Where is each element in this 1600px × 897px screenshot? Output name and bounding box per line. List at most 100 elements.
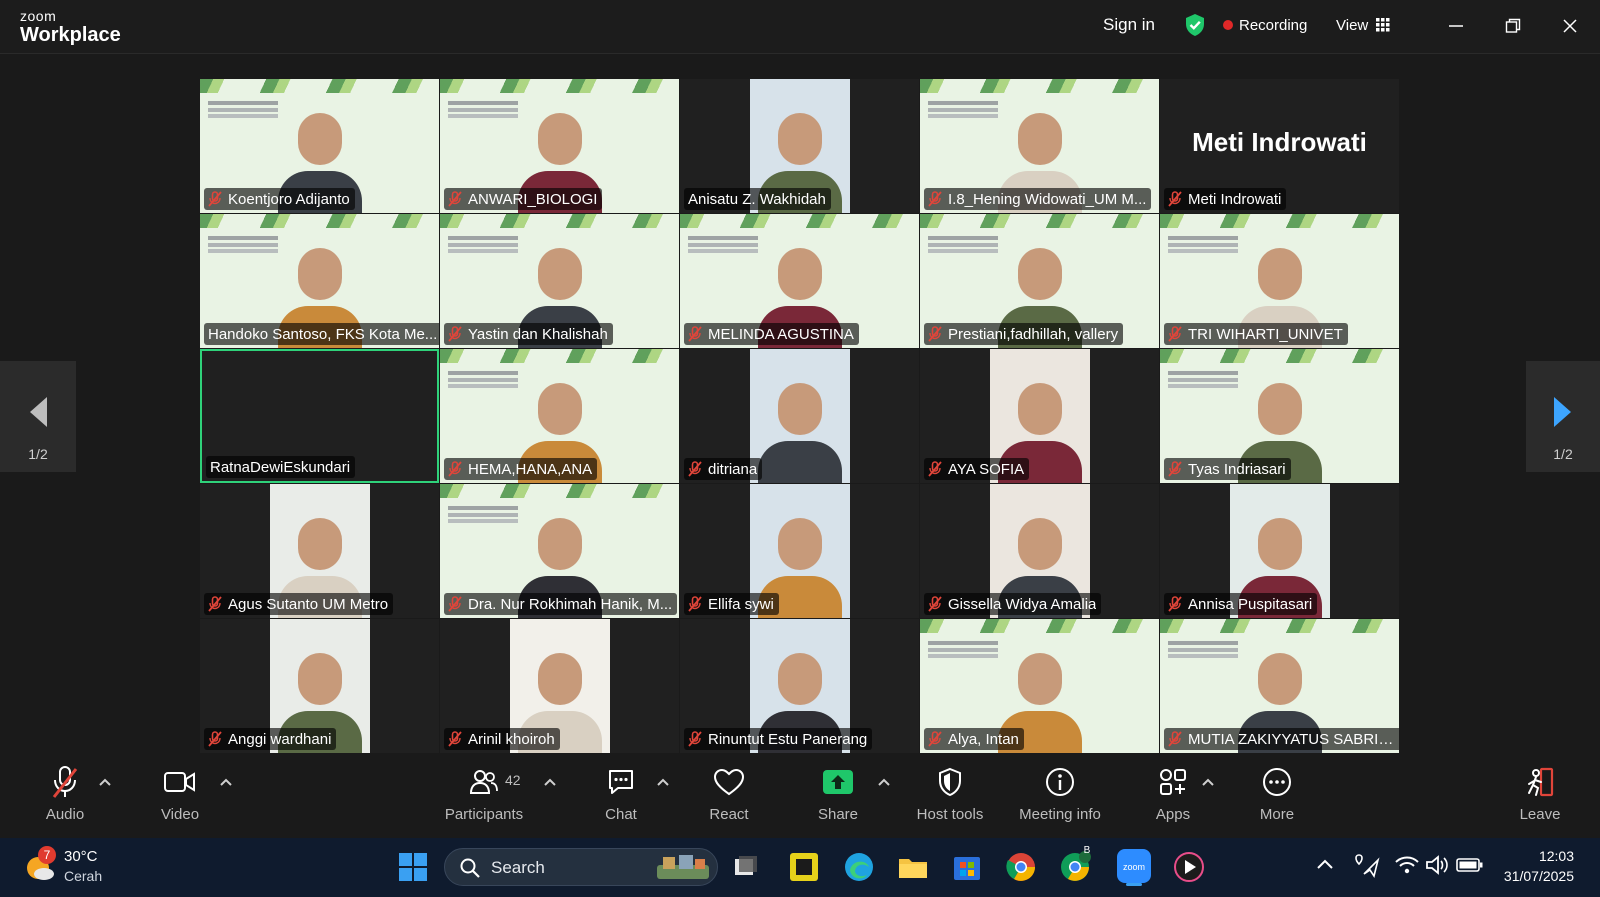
more-label: More <box>1259 806 1295 823</box>
more-button[interactable]: More <box>1252 762 1302 836</box>
file-explorer-icon[interactable] <box>896 850 930 884</box>
participant-tile[interactable]: Dra. Nur Rokhimah Hanik, M... <box>440 484 679 618</box>
participant-tile[interactable]: Rinuntut Estu Panerang <box>680 619 919 753</box>
participant-name: Prestiani,fadhillah, vallery <box>948 325 1119 343</box>
zoom-app-icon[interactable]: zoom <box>1116 848 1152 886</box>
meeting-info-button[interactable]: Meeting info <box>1012 762 1108 836</box>
location-status-icon[interactable] <box>1352 852 1382 880</box>
participant-tile[interactable]: Handoko Santoso, FKS Kota Me... <box>200 214 439 348</box>
restore-window-button[interactable] <box>1499 12 1527 40</box>
participant-name-tag: ANWARI_BIOLOGI <box>444 188 603 210</box>
weather-widget[interactable]: 7 30°C Cerah <box>22 846 112 888</box>
muted-mic-icon <box>928 191 942 207</box>
svg-text:zoom: zoom <box>1123 862 1145 872</box>
audio-options-caret-icon[interactable] <box>97 774 113 790</box>
share-options-caret-icon[interactable] <box>876 774 892 790</box>
video-label: Video <box>160 806 200 823</box>
share-button[interactable]: Share <box>812 762 864 836</box>
participant-tile[interactable]: Annisa Puspitasari <box>1160 484 1399 618</box>
participant-name-tag: Prestiani,fadhillah, vallery <box>924 323 1124 345</box>
wifi-icon[interactable] <box>1394 852 1420 878</box>
participant-tile[interactable]: Tyas Indriasari <box>1160 349 1399 483</box>
muted-mic-icon <box>928 596 942 612</box>
sign-in-button[interactable]: Sign in <box>1093 8 1165 42</box>
microsoft-store-icon[interactable] <box>950 850 984 884</box>
search-placeholder: Search <box>491 858 545 877</box>
system-clock[interactable]: 12:03 31/07/2025 <box>1494 846 1574 886</box>
participant-tile[interactable]: Yastin dan Khalishah <box>440 214 679 348</box>
widgets-app-icon[interactable] <box>787 850 821 884</box>
participant-name: Meti Indrowati <box>1188 190 1282 208</box>
muted-mic-icon <box>928 731 942 747</box>
media-player-icon[interactable] <box>1172 850 1206 884</box>
participant-tile[interactable]: Meti Indrowati Meti Indrowati <box>1160 79 1399 213</box>
slide-text <box>208 236 278 240</box>
participants-count: 42 <box>505 772 521 788</box>
participant-name: MUTIA ZAKIYYATUS SABRINA <box>1188 730 1399 748</box>
zoom-logo: zoom Workplace <box>20 9 121 45</box>
share-screen-icon <box>823 770 853 794</box>
participant-tile[interactable]: Anggi wardhani <box>200 619 439 753</box>
volume-icon[interactable] <box>1424 852 1450 878</box>
apps-button[interactable]: Apps <box>1148 762 1198 836</box>
chat-options-caret-icon[interactable] <box>655 774 671 790</box>
participant-name-tag: Anisatu Z. Wakhidah <box>684 188 831 210</box>
minimize-window-button[interactable] <box>1442 12 1470 40</box>
participant-name-tag: Arinil khoiroh <box>444 728 560 750</box>
muted-mic-icon <box>1168 461 1182 477</box>
windows-start-icon[interactable] <box>396 850 430 884</box>
participant-name-tag: Annisa Puspitasari <box>1164 593 1318 615</box>
participant-tile[interactable]: ANWARI_BIOLOGI <box>440 79 679 213</box>
show-hidden-icons-chevron-icon[interactable] <box>1312 852 1338 878</box>
participant-tile[interactable]: MUTIA ZAKIYYATUS SABRINA <box>1160 619 1399 753</box>
participant-tile[interactable]: AYA SOFIA <box>920 349 1159 483</box>
participant-tile[interactable]: HEMA,HANA,ANA <box>440 349 679 483</box>
host-tools-button[interactable]: Host tools <box>910 762 990 836</box>
video-options-caret-icon[interactable] <box>218 774 234 790</box>
host-tools-label: Host tools <box>916 806 984 823</box>
apps-options-caret-icon[interactable] <box>1200 774 1216 790</box>
participant-tile[interactable]: Arinil khoiroh <box>440 619 679 753</box>
weather-alert-badge: 7 <box>38 846 56 864</box>
participant-tile[interactable]: Koentjoro Adijanto <box>200 79 439 213</box>
search-highlight-illustration-icon <box>657 855 709 879</box>
recording-indicator[interactable]: Recording <box>1223 8 1307 42</box>
participant-name-tag: Ellifa sywi <box>684 593 779 615</box>
audio-label: Audio <box>45 806 85 823</box>
task-view-icon[interactable] <box>729 850 763 884</box>
battery-icon[interactable] <box>1456 854 1484 876</box>
view-button[interactable]: View <box>1336 8 1390 42</box>
slide-text <box>208 101 278 105</box>
participant-tile[interactable]: I.8_Hening Widowati_UM M... <box>920 79 1159 213</box>
participant-name: Dra. Nur Rokhimah Hanik, M... <box>468 595 673 613</box>
encryption-shield-icon[interactable] <box>1184 8 1206 42</box>
taskbar-search-box[interactable]: Search <box>444 848 718 886</box>
participant-tile[interactable]: RatnaDewiEskundari <box>200 349 439 483</box>
chrome-browser-icon[interactable] <box>1004 850 1038 884</box>
slide-text <box>1168 236 1238 240</box>
edge-browser-icon[interactable] <box>842 850 876 884</box>
chat-button[interactable]: Chat <box>598 762 644 836</box>
participants-label: Participants <box>444 806 524 823</box>
participant-tile[interactable]: Alya, Intan <box>920 619 1159 753</box>
participant-tile[interactable]: MELINDA AGUSTINA <box>680 214 919 348</box>
audio-button[interactable]: Audio <box>38 762 92 836</box>
participant-tile[interactable]: Gissella Widya Amalia <box>920 484 1159 618</box>
participant-tile[interactable]: ditriana <box>680 349 919 483</box>
muted-mic-icon <box>928 326 942 342</box>
muted-mic-icon <box>688 596 702 612</box>
participant-name: Rinuntut Estu Panerang <box>708 730 868 748</box>
participants-options-caret-icon[interactable] <box>542 774 558 790</box>
participant-tile[interactable]: Agus Sutanto UM Metro <box>200 484 439 618</box>
video-button[interactable]: Video <box>152 762 208 836</box>
muted-mic-icon <box>208 191 222 207</box>
react-button[interactable]: React <box>704 762 754 836</box>
participant-tile[interactable]: Anisatu Z. Wakhidah <box>680 79 919 213</box>
participant-tile[interactable]: TRI WIHARTI_UNIVET <box>1160 214 1399 348</box>
previous-page-button[interactable]: 1/2 <box>0 361 76 472</box>
next-page-button[interactable]: 1/2 <box>1526 361 1600 472</box>
participant-tile[interactable]: Prestiani,fadhillah, vallery <box>920 214 1159 348</box>
participant-tile[interactable]: Ellifa sywi <box>680 484 919 618</box>
leave-button[interactable]: Leave <box>1516 762 1564 836</box>
close-window-button[interactable] <box>1556 12 1584 40</box>
